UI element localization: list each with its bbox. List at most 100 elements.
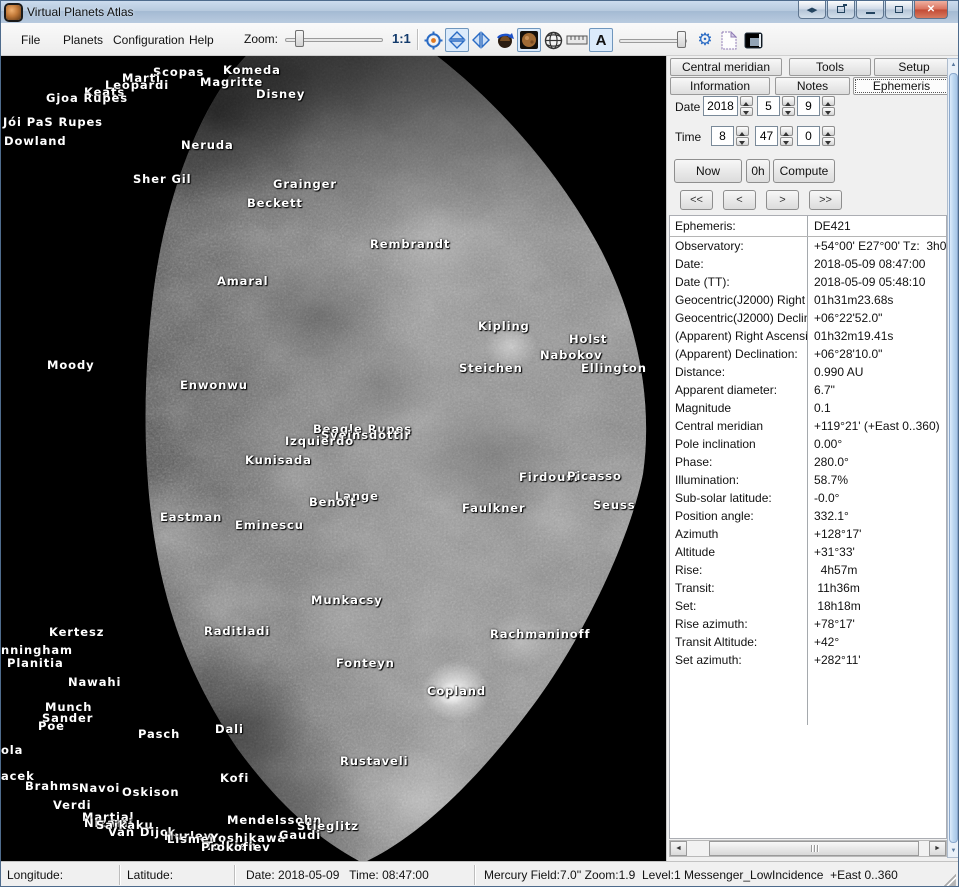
ephemeris-row-value: 01h32m19.41s [807,327,946,345]
center-target-icon [424,31,443,50]
vertical-scrollbar[interactable]: ▲ ▼ [947,58,959,858]
scroll-right-arrow[interactable]: ► [929,841,946,856]
tab-setup[interactable]: Setup [874,58,954,76]
ephemeris-row: Date:2018-05-09 08:47:00 [670,255,946,273]
crater-label: Benoit [309,495,357,509]
menu-file[interactable]: File [17,32,44,48]
step-back-fast-button[interactable]: << [680,190,713,210]
ephemeris-row: Observatory:+54°00' E27°00' Tz: 3h00m [670,237,946,255]
menu-planets[interactable]: Planets [59,32,107,48]
maximize-button[interactable] [885,1,913,19]
date-month-spinner[interactable] [782,96,795,116]
window-title: Virtual Planets Atlas [27,5,134,19]
ephemeris-row-value: +54°00' E27°00' Tz: 3h00m [807,237,946,255]
crater-label: Planitia [7,656,64,670]
crater-label: Oskison [122,785,179,799]
date-day-field[interactable] [797,96,820,116]
snapshot-button[interactable] [741,28,765,52]
step-forward-button[interactable]: > [766,190,799,210]
ephemeris-row: Central meridian+119°21' (+East 0..360) [670,417,946,435]
brightness-slider[interactable] [619,36,687,44]
menu-configuration[interactable]: Configuration [109,32,188,48]
new-document-button[interactable] [717,28,741,52]
ephemeris-row-value: +119°21' (+East 0..360) [807,417,946,435]
ephemeris-row: Set: 18h18m [670,597,946,615]
horizontal-scroll-thumb[interactable] [709,841,919,856]
tab-ephemeris[interactable]: Ephemeris [853,77,950,95]
tab-notes[interactable]: Notes [775,77,850,95]
zero-hour-button[interactable]: 0h [746,159,770,183]
vertical-scroll-thumb[interactable] [949,73,958,843]
resize-grip[interactable] [944,874,956,886]
ruler-icon [566,34,588,46]
horizontal-scrollbar[interactable]: ◄ ► [669,840,947,857]
time-hour-spinner[interactable] [736,126,749,146]
ephemeris-row-label: Observatory: [670,239,807,253]
ephemeris-row: Apparent diameter:6.7" [670,381,946,399]
crater-label: Picasso [567,469,622,483]
ephemeris-row-label: (Apparent) Right Ascension [670,329,807,343]
time-minute-field[interactable] [755,126,778,146]
flip-horizontal-button[interactable] [469,28,493,52]
scroll-up-arrow[interactable]: ▲ [948,59,959,71]
ephemeris-row-value: +282°11' [807,651,946,669]
planet-map[interactable]: KomedaScopasMartiLeopardiMagritteKeatsDi… [1,56,666,861]
date-day-spinner[interactable] [822,96,835,116]
ephemeris-row-value: +31°33' [807,543,946,561]
rotate-planet-button[interactable] [493,28,517,52]
date-year-field[interactable] [703,96,738,116]
crater-label: Copland [427,684,486,698]
zoom-slider[interactable] [285,35,383,43]
crater-label: Raditladi [204,624,270,638]
ruler-button[interactable] [565,28,589,52]
globe-grid-button[interactable] [541,28,565,52]
scroll-down-arrow[interactable]: ▼ [948,845,959,857]
zoom-slider-thumb[interactable] [295,30,304,47]
tab-tools[interactable]: Tools [789,58,871,76]
close-button[interactable]: ✕ [914,1,948,19]
pan-horizontal-button[interactable]: ◀▶ [798,1,826,19]
minimize-button[interactable] [856,1,884,19]
step-forward-fast-button[interactable]: >> [809,190,842,210]
crater-label: ola [1,743,23,757]
ephemeris-row-value: 2018-05-09 05:48:10 [807,273,946,291]
time-second-spinner[interactable] [822,126,835,146]
surface-texture-button[interactable] [517,28,541,52]
flip-vertical-button[interactable] [445,28,469,52]
date-year-spinner[interactable] [740,96,753,116]
now-button[interactable]: Now [674,159,742,183]
compute-button[interactable]: Compute [773,159,835,183]
crater-label: Enwonwu [180,378,248,392]
menu-help[interactable]: Help [185,32,218,48]
scroll-left-arrow[interactable]: ◄ [670,841,687,856]
ephemeris-row: Azimuth+128°17' [670,525,946,543]
ephemeris-row-label: Pole inclination [670,437,807,451]
ephemeris-row-value: 01h31m23.68s [807,291,946,309]
tab-information[interactable]: Information [670,77,770,95]
time-second-field[interactable] [797,126,820,146]
settings-button[interactable]: ⚙ [693,28,717,52]
crater-label: Fonteyn [336,656,395,670]
crater-label: Faulkner [462,501,526,515]
title-bar[interactable]: Virtual Planets Atlas ◀▶ ✕ [1,1,958,23]
step-back-button[interactable]: < [723,190,756,210]
ephemeris-row-value: DE421 [807,216,946,236]
center-target-button[interactable] [421,28,445,52]
status-info: Mercury Field:7.0'' Zoom:1.9 Level:1 Mes… [478,862,948,887]
crater-label: Kunisada [245,453,312,467]
ephemeris-row-value: 0.990 AU [807,363,946,381]
crater-label: Amaral [217,274,268,288]
time-minute-spinner[interactable] [780,126,793,146]
brightness-slider-thumb[interactable] [677,31,686,48]
crater-label: Nawahi [68,675,121,689]
ephemeris-row-label: Transit: [670,581,807,595]
tab-central-meridian[interactable]: Central meridian [670,58,782,76]
crater-label: Nabokov [540,348,603,362]
date-month-field[interactable] [757,96,780,116]
detach-button[interactable] [827,1,855,19]
crater-label: Seuss [593,498,635,512]
ephemeris-row-label: Central meridian [670,419,807,433]
ephemeris-row-label: Geocentric(J2000) Declinati [670,311,807,325]
time-hour-field[interactable] [711,126,734,146]
labels-toggle-button[interactable]: A [589,28,613,52]
